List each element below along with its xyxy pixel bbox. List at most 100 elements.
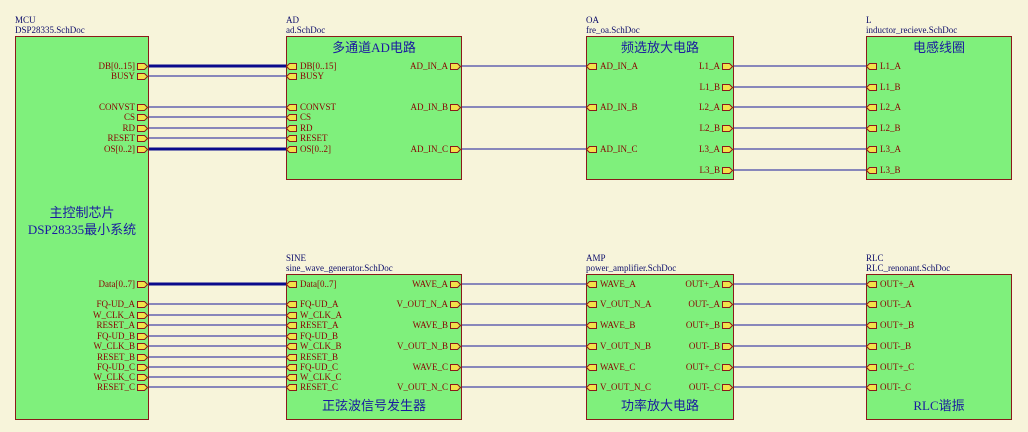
sheet-entry-mcu_right-1[interactable]	[137, 72, 148, 80]
sheet-entry-label-amp_right-2: OUT+_B	[685, 320, 720, 330]
sheet-entry-ad_left-3[interactable]	[286, 113, 297, 121]
sheet-entry-ad_left-5[interactable]	[286, 134, 297, 142]
sheet-entry-sine_left-0[interactable]	[286, 280, 297, 288]
sheet-entry-mcu_right-7[interactable]	[137, 280, 148, 288]
sheet-entry-amp_right-4[interactable]	[722, 363, 733, 371]
sheet-entry-ad_right-1[interactable]	[450, 103, 461, 111]
sheet-entry-oa_left-0[interactable]	[586, 62, 597, 70]
sheet-title-rlc: RLC谐振	[913, 398, 965, 413]
sheet-entry-sine_left-9[interactable]	[286, 383, 297, 391]
sheet-entry-ad_left-1[interactable]	[286, 72, 297, 80]
sheet-entry-sine_left-8[interactable]	[286, 373, 297, 381]
sheet-entry-label-l_left-4: L3_A	[880, 144, 901, 154]
sheet-entry-mcu_right-8[interactable]	[137, 300, 148, 308]
sheet-entry-mcu_right-4[interactable]	[137, 124, 148, 132]
sheet-entry-l_left-4[interactable]	[866, 145, 877, 153]
sheet-entry-label-ad_left-6: OS[0..2]	[300, 144, 331, 154]
sheet-entry-rlc_left-4[interactable]	[866, 363, 877, 371]
sheet-designator-oa: OA	[586, 15, 599, 25]
sheet-title-mcu-line-2: DSP28335最小系统	[27, 222, 137, 237]
sheet-entry-rlc_left-3[interactable]	[866, 342, 877, 350]
sheet-entry-ad_left-6[interactable]	[286, 145, 297, 153]
sheet-entry-oa_right-3[interactable]	[722, 124, 733, 132]
sheet-entry-sine_right-4[interactable]	[450, 363, 461, 371]
sheet-entry-label-mcu_right-10: RESET_A	[96, 320, 135, 330]
sheet-entry-mcu_right-6[interactable]	[137, 145, 148, 153]
sheet-entry-oa_right-2[interactable]	[722, 103, 733, 111]
sheet-entry-mcu_right-9[interactable]	[137, 311, 148, 319]
sheet-entry-ad_left-0[interactable]	[286, 62, 297, 70]
sheet-entry-sine_left-3[interactable]	[286, 321, 297, 329]
sheet-entry-label-l_left-0: L1_A	[880, 61, 901, 71]
sheet-designator-l: L	[866, 15, 872, 25]
sheet-entry-amp_left-0[interactable]	[586, 280, 597, 288]
sheet-entry-label-ad_right-2: AD_IN_C	[410, 144, 449, 154]
sheet-entry-amp_right-5[interactable]	[722, 383, 733, 391]
sheet-entry-mcu_right-14[interactable]	[137, 363, 148, 371]
sheet-entry-ad_left-2[interactable]	[286, 103, 297, 111]
sheet-entry-rlc_left-5[interactable]	[866, 383, 877, 391]
sheet-entry-amp_right-2[interactable]	[722, 321, 733, 329]
sheet-title-amp: 功率放大电路	[620, 398, 699, 413]
sheet-entry-sine_left-5[interactable]	[286, 342, 297, 350]
sheet-entry-amp_left-3[interactable]	[586, 342, 597, 350]
sheet-entry-oa_right-5[interactable]	[722, 166, 733, 174]
sheet-entry-mcu_right-11[interactable]	[137, 332, 148, 340]
sheet-entry-mcu_right-12[interactable]	[137, 342, 148, 350]
sheet-entry-sine_right-5[interactable]	[450, 383, 461, 391]
sheet-entry-oa_right-1[interactable]	[722, 83, 733, 91]
sheet-entry-ad_left-4[interactable]	[286, 124, 297, 132]
sheet-entry-mcu_right-5[interactable]	[137, 134, 148, 142]
sheet-entry-amp_left-2[interactable]	[586, 321, 597, 329]
sheet-entry-label-amp_left-5: V_OUT_N_C	[600, 382, 651, 392]
sheet-entry-l_left-2[interactable]	[866, 103, 877, 111]
sheet-entry-label-mcu_right-7: Data[0..7]	[98, 279, 135, 289]
sheet-entry-rlc_left-0[interactable]	[866, 280, 877, 288]
sheet-entry-mcu_right-13[interactable]	[137, 353, 148, 361]
sheet-entry-sine_right-3[interactable]	[450, 342, 461, 350]
sheet-entry-oa_left-1[interactable]	[586, 103, 597, 111]
sheet-entry-label-mcu_right-3: CS	[123, 112, 135, 122]
sheet-entry-oa_left-2[interactable]	[586, 145, 597, 153]
sheet-entry-label-mcu_right-9: W_CLK_A	[93, 310, 135, 320]
sheet-entry-mcu_right-15[interactable]	[137, 373, 148, 381]
sheet-entry-mcu_right-0[interactable]	[137, 62, 148, 70]
sheet-entry-sine_left-4[interactable]	[286, 332, 297, 340]
sheet-entry-amp_right-0[interactable]	[722, 280, 733, 288]
sheet-entry-ad_right-0[interactable]	[450, 62, 461, 70]
sheet-entry-label-sine_left-9: RESET_C	[300, 382, 339, 392]
sheet-entry-sine_right-1[interactable]	[450, 300, 461, 308]
sheet-entry-sine_left-6[interactable]	[286, 353, 297, 361]
sheet-entry-label-sine_left-3: RESET_A	[300, 320, 339, 330]
sheet-entry-sine_right-0[interactable]	[450, 280, 461, 288]
sheet-entry-label-oa_right-3: L2_B	[699, 123, 720, 133]
sheet-entry-amp_left-1[interactable]	[586, 300, 597, 308]
sheet-entry-rlc_left-1[interactable]	[866, 300, 877, 308]
sheet-entry-amp_right-1[interactable]	[722, 300, 733, 308]
sheet-entry-l_left-3[interactable]	[866, 124, 877, 132]
sheet-entry-label-rlc_left-3: OUT-_B	[880, 341, 912, 351]
sheet-entry-amp_left-4[interactable]	[586, 363, 597, 371]
sheet-entry-sine_left-1[interactable]	[286, 300, 297, 308]
sheet-entry-label-amp_left-0: WAVE_A	[600, 279, 636, 289]
sheet-entry-l_left-1[interactable]	[866, 83, 877, 91]
sheet-entry-label-mcu_right-2: CONVST	[98, 102, 135, 112]
sheet-entry-mcu_right-10[interactable]	[137, 321, 148, 329]
sheet-entry-sine_right-2[interactable]	[450, 321, 461, 329]
sheet-entry-sine_left-2[interactable]	[286, 311, 297, 319]
sheet-entry-oa_right-0[interactable]	[722, 62, 733, 70]
sheet-entry-amp_right-3[interactable]	[722, 342, 733, 350]
sheet-entry-rlc_left-2[interactable]	[866, 321, 877, 329]
sheet-designator-amp: AMP	[586, 253, 606, 263]
sheet-entry-ad_right-2[interactable]	[450, 145, 461, 153]
sheet-entry-l_left-5[interactable]	[866, 166, 877, 174]
sheet-entry-oa_right-4[interactable]	[722, 145, 733, 153]
sheet-entry-label-sine_left-0: Data[0..7]	[300, 279, 337, 289]
sheet-entry-l_left-0[interactable]	[866, 62, 877, 70]
sheet-entry-mcu_right-2[interactable]	[137, 103, 148, 111]
sheet-entry-mcu_right-16[interactable]	[137, 383, 148, 391]
sheet-entry-label-ad_left-2: CONVST	[300, 102, 337, 112]
sheet-entry-mcu_right-3[interactable]	[137, 113, 148, 121]
sheet-entry-amp_left-5[interactable]	[586, 383, 597, 391]
sheet-entry-sine_left-7[interactable]	[286, 363, 297, 371]
